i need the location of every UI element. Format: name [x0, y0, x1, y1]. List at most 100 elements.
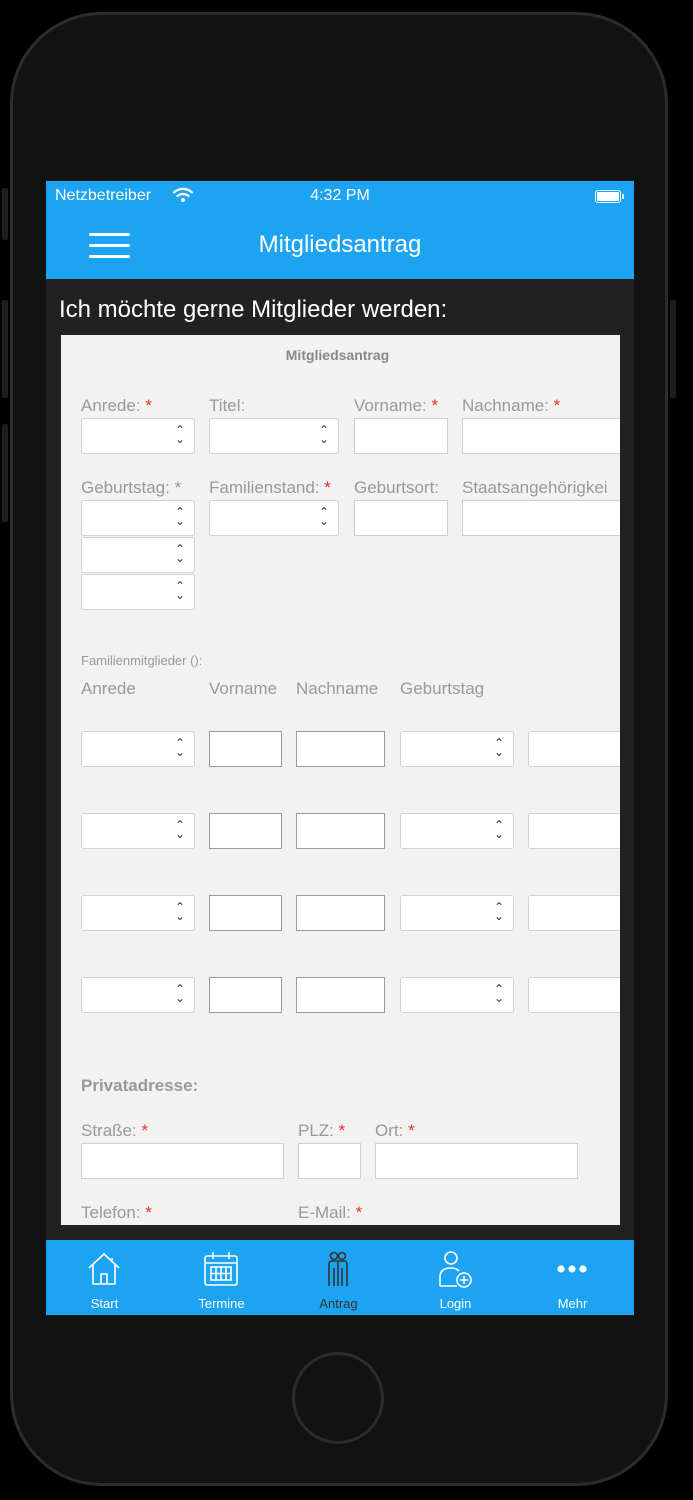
app-screen: Netzbetreiber 4:32 PM Mitgliedsantrag Ic…	[46, 181, 634, 1315]
nachname-label-text: Nachname:	[462, 396, 549, 415]
family-geburtstag-select[interactable]: ⌃ ⌄	[400, 895, 514, 931]
family-geburtstag-select[interactable]: ⌃ ⌄	[400, 731, 514, 767]
tab-login[interactable]: Login	[397, 1240, 514, 1315]
select-arrows-icon: ⌃⌄	[493, 736, 504, 759]
family-nachname-field[interactable]	[296, 977, 385, 1013]
ort-label: Ort: *	[375, 1121, 415, 1141]
geburtsort-field[interactable]	[354, 500, 448, 536]
family-extra-select[interactable]: ⌃⌄	[528, 813, 620, 849]
strasse-field[interactable]	[81, 1143, 284, 1179]
geburtstag-month-select[interactable]: ⌃ ⌄	[81, 537, 195, 573]
familienstand-select[interactable]: ⌃ ⌄	[209, 500, 339, 536]
plz-label: PLZ: *	[298, 1121, 345, 1141]
page-heading: Ich möchte gerne Mitglieder werden:	[59, 296, 448, 323]
vorname-field[interactable]	[354, 418, 448, 454]
family-anrede-select[interactable]: ⌃ ⌄	[81, 977, 195, 1013]
ort-field[interactable]	[375, 1143, 578, 1179]
vorname-label-text: Vorname:	[354, 396, 427, 415]
form-webview[interactable]: Mitgliedsantrag Anrede: * Titel: Vorname…	[61, 335, 620, 1225]
nav-bar: Mitgliedsantrag	[46, 211, 634, 279]
nachname-field[interactable]	[462, 418, 620, 454]
required-mark: *	[174, 478, 182, 497]
family-geburtstag-select[interactable]: ⌃ ⌄	[400, 813, 514, 849]
telefon-label-text: Telefon:	[81, 1203, 141, 1222]
status-time: 4:32 PM	[310, 187, 370, 204]
tab-start[interactable]: Start	[46, 1240, 163, 1315]
nav-title: Mitgliedsantrag	[258, 231, 422, 258]
required-mark: *	[141, 1121, 149, 1140]
select-arrows-icon: ⌃⌄	[318, 423, 329, 446]
family-col-nachname: Nachname	[296, 679, 379, 698]
home-button[interactable]	[292, 1352, 384, 1444]
family-nachname-field[interactable]	[296, 731, 385, 767]
family-vorname-field[interactable]	[209, 731, 282, 767]
select-arrows-icon: ⌃⌄	[174, 736, 185, 759]
family-nachname-field[interactable]	[296, 895, 385, 931]
geburtstag-day-select[interactable]: ⌃ ⌄	[81, 500, 195, 536]
strasse-label: Straße: *	[81, 1121, 148, 1141]
family-col-anrede: Anrede	[81, 679, 136, 698]
required-mark: *	[145, 396, 152, 415]
select-arrows-icon: ⌃⌄	[174, 900, 185, 923]
tab-bar: Start Termine Antrag Login Mehr	[46, 1240, 634, 1315]
select-arrows-icon: ⌃⌄	[493, 900, 504, 923]
select-arrows-icon: ⌃⌄	[174, 542, 185, 565]
family-extra-select[interactable]: ⌃⌄	[528, 895, 620, 931]
phone-volume-down	[2, 424, 8, 522]
family-anrede-select[interactable]: ⌃ ⌄	[81, 895, 195, 931]
select-arrows-icon: ⌃⌄	[618, 901, 620, 922]
anrede-select[interactable]: ⌃ ⌄	[81, 418, 195, 454]
family-extra-select[interactable]: ⌃⌄	[528, 731, 620, 767]
family-vorname-field[interactable]	[209, 895, 282, 931]
select-arrows-icon: ⌃⌄	[174, 579, 185, 602]
select-arrows-icon: ⌃⌄	[174, 505, 185, 528]
anrede-label: Anrede: *	[81, 396, 152, 416]
required-mark: *	[431, 396, 439, 415]
select-arrows-icon: ⌃⌄	[618, 737, 620, 758]
tab-label: Start	[90, 1296, 119, 1311]
required-mark: *	[324, 478, 331, 497]
tab-termine[interactable]: Termine	[163, 1240, 280, 1315]
telefon-label: Telefon: *	[81, 1203, 152, 1223]
tab-label: Antrag	[319, 1296, 358, 1311]
required-mark: *	[408, 1121, 415, 1140]
family-geburtstag-select[interactable]: ⌃ ⌄	[400, 977, 514, 1013]
staatsangehoerigkeit-label: Staatsangehörigkei	[462, 478, 608, 497]
plz-field[interactable]	[298, 1143, 361, 1179]
email-label: E-Mail: *	[298, 1203, 362, 1223]
familienstand-label-text: Familienstand:	[209, 478, 320, 497]
select-arrows-icon: ⌃⌄	[174, 818, 185, 841]
plz-label-text: PLZ:	[298, 1121, 334, 1140]
required-mark: *	[338, 1121, 346, 1140]
titel-label: Titel:	[209, 396, 246, 415]
strasse-label-text: Straße:	[81, 1121, 137, 1140]
geburtstag-label: Geburtstag: *	[81, 478, 181, 498]
required-mark: *	[553, 396, 561, 415]
required-mark: *	[355, 1203, 363, 1222]
family-nachname-field[interactable]	[296, 813, 385, 849]
tab-mehr[interactable]: Mehr	[514, 1240, 631, 1315]
vorname-label: Vorname: *	[354, 396, 438, 416]
staatsangehoerigkeit-field[interactable]	[462, 500, 620, 536]
tab-label: Termine	[198, 1296, 245, 1311]
family-anrede-select[interactable]: ⌃ ⌄	[81, 813, 195, 849]
select-arrows-icon: ⌃⌄	[174, 423, 185, 446]
family-vorname-field[interactable]	[209, 813, 282, 849]
family-col-geburtstag: Geburtstag	[400, 679, 485, 698]
battery-icon	[595, 190, 624, 203]
family-vorname-field[interactable]	[209, 977, 282, 1013]
ort-label-text: Ort:	[375, 1121, 404, 1140]
select-arrows-icon: ⌃⌄	[493, 982, 504, 1005]
family-anrede-select[interactable]: ⌃ ⌄	[81, 731, 195, 767]
anrede-label-text: Anrede:	[81, 396, 141, 415]
tab-antrag[interactable]: Antrag	[280, 1240, 397, 1315]
form-title: Mitgliedsantrag	[285, 347, 390, 363]
titel-select[interactable]: ⌃ ⌄	[209, 418, 339, 454]
geburtstag-year-select[interactable]: ⌃ ⌄	[81, 574, 195, 610]
family-col-vorname: Vorname	[209, 679, 278, 698]
tab-label: Login	[439, 1296, 472, 1311]
select-arrows-icon: ⌃⌄	[618, 819, 620, 840]
family-extra-select[interactable]: ⌃⌄	[528, 977, 620, 1013]
phone-volume-up	[2, 300, 8, 398]
familienstand-label: Familienstand: *	[209, 478, 331, 498]
